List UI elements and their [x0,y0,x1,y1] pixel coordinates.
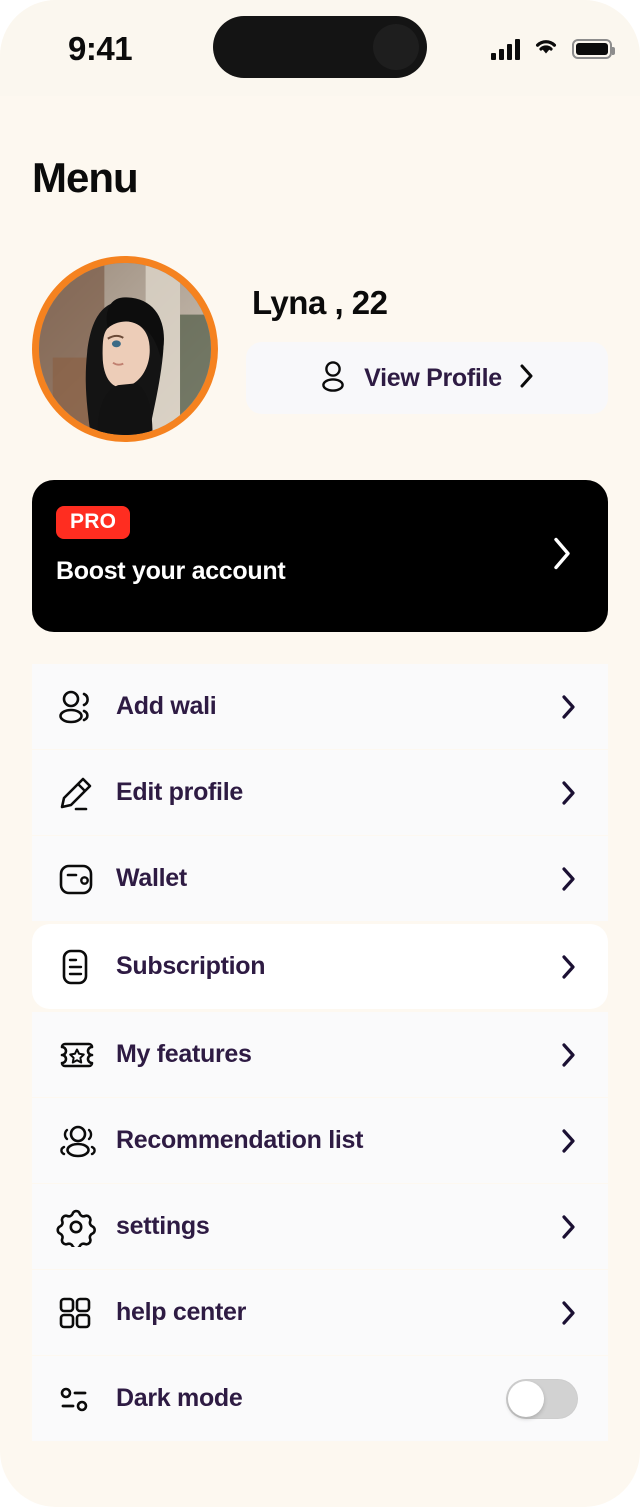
grid-squares-icon [56,1294,102,1332]
menu-item-wallet[interactable]: Wallet [32,836,608,921]
boost-account-banner[interactable]: PRO Boost your account [32,480,608,632]
status-bar-clock: 9:41 [68,30,133,67]
profile-info: Lyna , 22 View Profile [246,284,608,414]
dynamic-island [213,16,427,78]
menu-item-dark-mode[interactable]: Dark mode [32,1356,608,1441]
signal-bars-icon [491,38,520,60]
person-icon [318,359,348,398]
profile-section: Lyna , 22 View Profile [32,256,608,442]
menu-item-label: Add wali [116,692,217,720]
wifi-icon [533,36,559,61]
chevron-right-icon [560,953,578,981]
document-lines-icon [56,947,102,987]
chevron-right-icon [560,1041,578,1069]
menu-item-label: Dark mode [116,1384,243,1412]
chevron-right-icon [518,362,536,395]
chevron-right-icon [560,693,578,721]
avatar[interactable] [39,263,211,435]
menu-item-edit-profile[interactable]: Edit profile [32,750,608,835]
ticket-star-icon [56,1036,102,1074]
menu-item-label: Recommendation list [116,1126,364,1154]
chevron-right-icon [550,535,574,578]
menu-item-subscription[interactable]: Subscription [32,924,608,1009]
menu-item-label: Edit profile [116,778,243,806]
page-title: Menu [32,154,139,201]
chevron-right-icon [560,1213,578,1241]
dark-mode-toggle-wrapper [506,1378,578,1419]
view-profile-label: View Profile [364,363,502,392]
chevron-right-icon [560,779,578,807]
dark-mode-toggle[interactable] [506,1378,578,1419]
menu-item-my-features[interactable]: My features [32,1012,608,1097]
menu-item-label: My features [116,1040,252,1068]
view-profile-button[interactable]: View Profile [246,342,608,414]
toggle-knob [508,1380,544,1417]
menu-item-add-wali[interactable]: Add wali [32,664,608,749]
menu-item-help-center[interactable]: help center [32,1270,608,1355]
menu-item-settings[interactable]: settings [32,1184,608,1269]
menu-page: Menu Lyna , 22 View Profile PRO Boost yo… [0,154,640,1441]
sliders-icon [56,1380,102,1418]
menu-item-label: settings [116,1212,210,1240]
menu-item-label: Wallet [116,864,187,892]
menu-list: Add wali Edit profile Wallet Subscriptio… [32,664,608,1441]
status-bar-icons [491,36,615,61]
pencil-edit-icon [56,773,102,813]
menu-item-recommendation-list[interactable]: Recommendation list [32,1098,608,1183]
menu-item-label: Subscription [116,952,266,980]
people-add-icon [56,688,102,726]
chevron-right-icon [560,1127,578,1155]
chevron-right-icon [560,1299,578,1327]
gear-icon [56,1207,102,1247]
chevron-right-icon [560,865,578,893]
phone-screen: 9:41 Menu Lyna , 22 View Profile PRO Boo… [0,0,640,1507]
avatar-ring [32,256,218,442]
boost-account-title: Boost your account [56,557,286,585]
pro-badge: PRO [56,506,131,539]
group-people-icon [56,1122,102,1160]
battery-full-icon [572,38,615,59]
profile-name: Lyna , 22 [252,284,388,321]
status-bar: 9:41 [0,0,640,96]
menu-item-label: help center [116,1298,247,1326]
wallet-icon [56,860,102,898]
